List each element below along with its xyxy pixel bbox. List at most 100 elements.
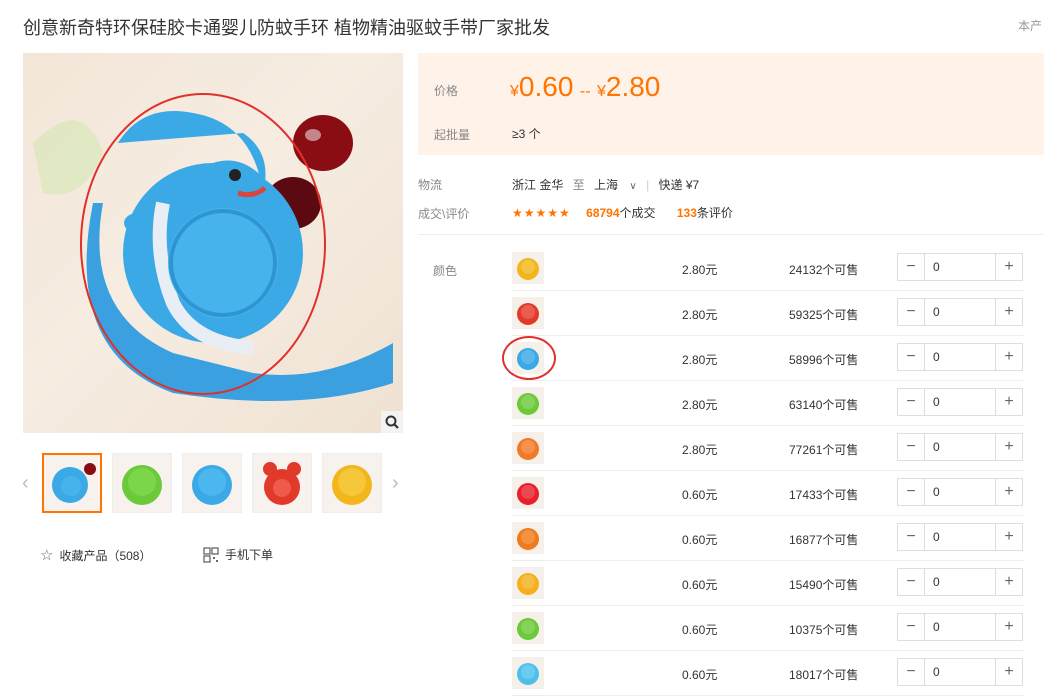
sku-row: 0.60元 16877个可售 − 0 + [512, 516, 1024, 561]
quantity-stepper: − 0 + [897, 388, 1023, 416]
red-crab-thumb [263, 462, 301, 505]
quantity-input[interactable]: 0 [924, 569, 996, 595]
sku-highlight-circle [502, 336, 556, 380]
decrement-button[interactable]: − [898, 479, 924, 505]
increment-button[interactable]: + [996, 659, 1022, 685]
sku-thumbnail[interactable] [512, 252, 544, 284]
reviews-text: 条评价 [696, 206, 733, 220]
mobile-order-action[interactable]: 手机下单 [203, 546, 273, 563]
deals-count[interactable]: 68794 [586, 206, 619, 220]
express-fee: 快递 ¥7 [658, 178, 700, 192]
sku-thumbnail[interactable] [512, 477, 544, 509]
decrement-button[interactable]: − [898, 524, 924, 550]
currency-symbol: ¥ [596, 83, 606, 100]
ship-to-selector[interactable]: 上海 ∨ [594, 178, 640, 192]
sku-stock: 10375个可售 [789, 623, 859, 637]
increment-button[interactable]: + [996, 614, 1022, 640]
product-title: 创意新奇特环保硅胶卡通婴儿防蚊手环 植物精油驱蚊手带厂家批发 [23, 18, 550, 38]
increment-button[interactable]: + [996, 434, 1022, 460]
sku-swatch [517, 618, 539, 640]
sku-price: 2.80元 [682, 353, 718, 367]
thumbnail-2[interactable] [112, 453, 172, 513]
sku-row: 2.80元 58996个可售 − 0 + [512, 336, 1024, 381]
quantity-stepper: − 0 + [897, 568, 1023, 596]
increment-button[interactable]: + [996, 569, 1022, 595]
sku-swatch [517, 393, 539, 415]
increment-button[interactable]: + [996, 299, 1022, 325]
increment-button[interactable]: + [996, 344, 1022, 370]
thumb-prev-arrow[interactable]: ‹ [22, 472, 29, 495]
sku-thumbnail[interactable] [512, 432, 544, 464]
highlight-circle [80, 93, 326, 395]
sku-stock: 18017个可售 [789, 668, 859, 682]
sku-price: 0.60元 [682, 533, 718, 547]
sku-swatch [517, 438, 539, 460]
quantity-stepper: − 0 + [897, 613, 1023, 641]
favorite-label: 收藏产品（508） [59, 548, 152, 563]
sku-swatch [517, 303, 539, 325]
increment-button[interactable]: + [996, 254, 1022, 280]
favorite-action[interactable]: ☆ 收藏产品（508） [40, 546, 151, 564]
quantity-input[interactable]: 0 [924, 614, 996, 640]
quantity-input[interactable]: 0 [924, 434, 996, 460]
price-separator: -- [579, 83, 591, 100]
qr-code-icon [203, 546, 219, 563]
increment-button[interactable]: + [996, 479, 1022, 505]
decrement-button[interactable]: − [898, 344, 924, 370]
main-product-image[interactable] [23, 53, 403, 433]
quantity-input[interactable]: 0 [924, 659, 996, 685]
decrement-button[interactable]: − [898, 614, 924, 640]
decrement-button[interactable]: − [898, 299, 924, 325]
quantity-input[interactable]: 0 [924, 479, 996, 505]
sku-thumbnail[interactable] [512, 657, 544, 689]
quantity-input[interactable]: 0 [924, 389, 996, 415]
quantity-input[interactable]: 0 [924, 299, 996, 325]
sku-row: 2.80元 24132个可售 − 0 + [512, 246, 1024, 291]
sku-thumbnail[interactable] [512, 567, 544, 599]
quantity-stepper: − 0 + [897, 523, 1023, 551]
sku-row: 0.60元 17433个可售 − 0 + [512, 471, 1024, 516]
sku-price: 0.60元 [682, 488, 718, 502]
chevron-down-icon: ∨ [629, 181, 637, 192]
sku-thumbnail[interactable] [512, 297, 544, 329]
zoom-button[interactable] [381, 411, 403, 433]
reviews-count[interactable]: 133 [677, 206, 697, 220]
ship-to-word: 至 [572, 178, 585, 192]
batch-value: ≥3 个 [512, 127, 541, 141]
sku-stock: 77261个可售 [789, 443, 859, 457]
color-label: 颜色 [433, 264, 458, 278]
decrement-button[interactable]: − [898, 659, 924, 685]
sku-thumbnail[interactable] [512, 522, 544, 554]
decrement-button[interactable]: − [898, 254, 924, 280]
thumbnail-3[interactable] [182, 453, 242, 513]
price-min: 0.60 [518, 71, 574, 102]
sku-row: 0.60元 15490个可售 − 0 + [512, 561, 1024, 606]
price-panel: 价格 ¥0.60 -- ¥2.80 起批量 ≥3 个 [418, 53, 1044, 155]
decrement-button[interactable]: − [898, 569, 924, 595]
green-button-thumb [122, 465, 162, 505]
decrement-button[interactable]: − [898, 389, 924, 415]
decrement-button[interactable]: − [898, 434, 924, 460]
thumbnail-1[interactable] [42, 453, 102, 513]
increment-button[interactable]: + [996, 389, 1022, 415]
sku-row: 2.80元 59325个可售 − 0 + [512, 291, 1024, 336]
sku-thumbnail[interactable] [512, 387, 544, 419]
increment-button[interactable]: + [996, 524, 1022, 550]
sku-price: 2.80元 [682, 263, 718, 277]
mobile-order-label: 手机下单 [225, 548, 274, 562]
thumbnail-5[interactable] [322, 453, 382, 513]
quantity-input[interactable]: 0 [924, 524, 996, 550]
sku-price: 2.80元 [682, 398, 718, 412]
quantity-input[interactable]: 0 [924, 344, 996, 370]
title-right-text: 本产 [1018, 19, 1043, 33]
quantity-input[interactable]: 0 [924, 254, 996, 280]
sku-stock: 24132个可售 [789, 263, 859, 277]
quantity-stepper: − 0 + [897, 343, 1023, 371]
deals-text: 个成交 [619, 206, 656, 220]
thumb-next-arrow[interactable]: › [392, 472, 399, 495]
price-max: 2.80 [605, 71, 661, 102]
sku-thumbnail[interactable] [512, 612, 544, 644]
sku-swatch [517, 258, 539, 280]
thumbnail-4[interactable] [252, 453, 312, 513]
sku-row: 2.80元 77261个可售 − 0 + [512, 426, 1024, 471]
